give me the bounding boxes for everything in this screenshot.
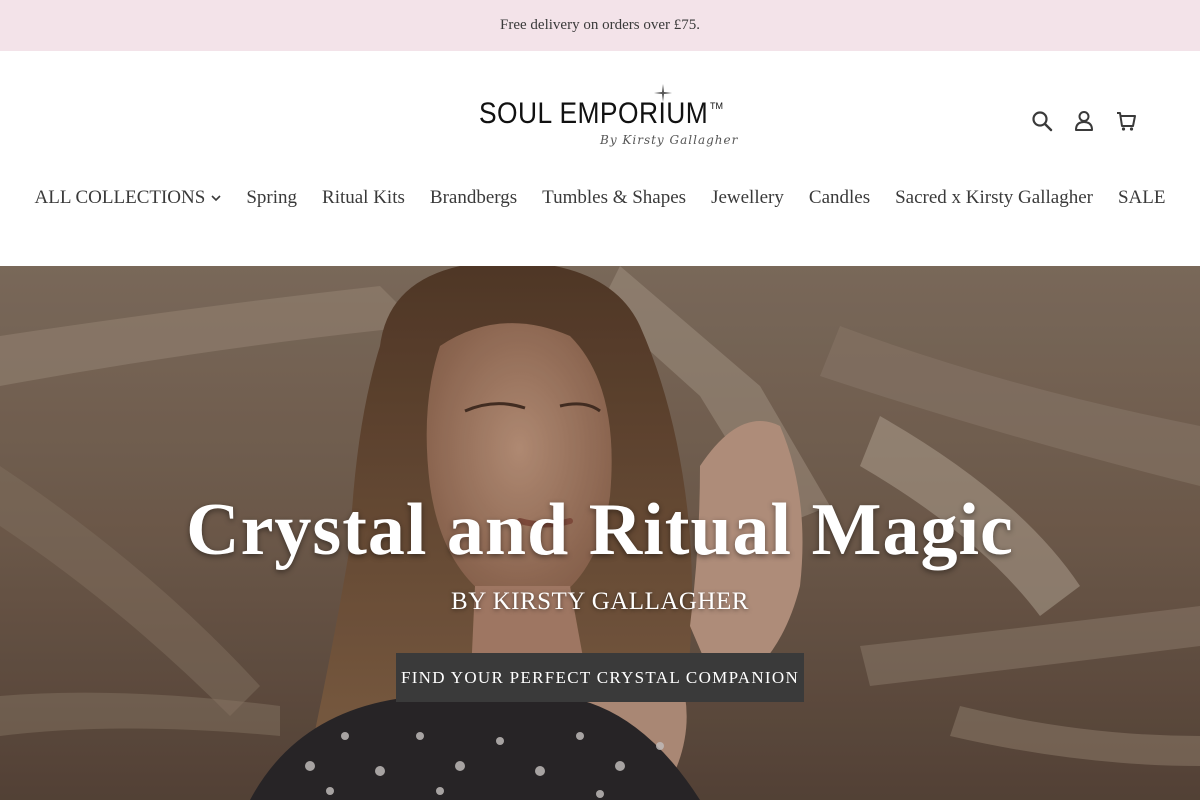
hero-title: Crystal and Ritual Magic — [186, 489, 1014, 571]
nav-item-jewellery[interactable]: Jewellery — [699, 187, 797, 209]
main-navigation: ALL COLLECTIONS Spring Ritual Kits Brand… — [0, 187, 1200, 209]
chevron-down-icon — [211, 194, 221, 201]
logo-brand: SOUL EMPORIUM — [479, 97, 709, 130]
nav-item-label: ALL COLLECTIONS — [34, 187, 206, 208]
hero-subtitle: BY KIRSTY GALLAGHER — [451, 588, 749, 615]
header-icons — [1030, 109, 1138, 133]
hero-banner: Crystal and Ritual Magic BY KIRSTY GALLA… — [0, 266, 1200, 800]
nav-item-ritual-kits[interactable]: Ritual Kits — [310, 187, 418, 209]
nav-item-tumbles-shapes[interactable]: Tumbles & Shapes — [530, 187, 699, 209]
cart-icon[interactable] — [1114, 109, 1138, 133]
site-logo[interactable]: SOUL EMPORIUM TM By Kirsty Gallagher — [470, 81, 737, 161]
nav-item-sacred[interactable]: Sacred x Kirsty Gallagher — [883, 187, 1106, 209]
announcement-bar: Free delivery on orders over £75. — [0, 0, 1200, 51]
account-icon[interactable] — [1072, 109, 1096, 133]
logo-signature: By Kirsty Gallagher — [600, 133, 739, 147]
announcement-text: Free delivery on orders over £75. — [500, 17, 700, 33]
nav-item-candles[interactable]: Candles — [796, 187, 882, 209]
find-crystal-button[interactable]: FIND YOUR PERFECT CRYSTAL COMPANION — [396, 653, 804, 702]
nav-item-all-collections[interactable]: ALL COLLECTIONS — [22, 187, 234, 209]
logo-trademark: TM — [710, 101, 723, 111]
search-icon[interactable] — [1030, 109, 1054, 133]
nav-item-brandbergs[interactable]: Brandbergs — [417, 187, 529, 209]
site-header: SOUL EMPORIUM TM By Kirsty Gallagher ALL… — [0, 51, 1200, 266]
nav-item-sale[interactable]: SALE — [1105, 187, 1178, 209]
nav-item-spring[interactable]: Spring — [234, 187, 310, 209]
